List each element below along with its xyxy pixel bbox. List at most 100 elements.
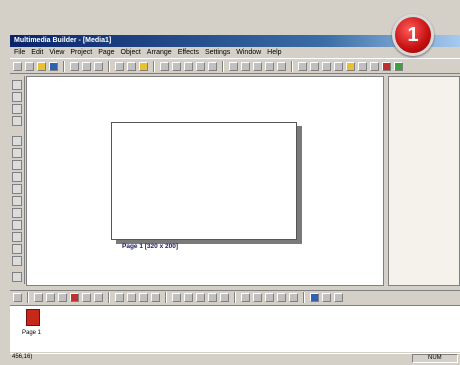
main-toolbar [10, 58, 460, 74]
page-area[interactable] [111, 122, 297, 240]
frame-icon[interactable] [184, 61, 193, 71]
center-vertical-icon[interactable] [289, 293, 298, 302]
group-icon[interactable] [127, 293, 136, 302]
page-strip[interactable] [10, 305, 460, 352]
menu-effects[interactable]: Effects [178, 49, 199, 56]
arrow-right-icon[interactable] [94, 293, 103, 302]
rectangle-tool-icon[interactable] [12, 104, 22, 114]
help-icon[interactable] [370, 61, 379, 71]
arrange-icon[interactable] [172, 293, 181, 302]
same-height-icon[interactable] [253, 293, 262, 302]
menu-file[interactable]: File [14, 49, 25, 56]
align-right-icon[interactable] [253, 61, 262, 71]
object-panel[interactable] [388, 76, 460, 286]
script-tool-icon[interactable] [12, 272, 22, 282]
toolbar-separator [153, 60, 155, 72]
open-icon[interactable] [37, 61, 46, 71]
toolbar-separator [222, 60, 224, 72]
layout-icon[interactable] [196, 61, 205, 71]
menu-project[interactable]: Project [70, 49, 92, 56]
same-width-icon[interactable] [241, 293, 250, 302]
page-add-icon[interactable] [46, 293, 55, 302]
duplicate-icon[interactable] [115, 293, 124, 302]
menu-object[interactable]: Object [121, 49, 141, 56]
square-tool-icon[interactable] [12, 232, 22, 242]
window-edge [0, 35, 10, 364]
toolbar-separator [63, 60, 65, 72]
same-size-icon[interactable] [265, 293, 274, 302]
ellipse-tool-icon[interactable] [12, 220, 22, 230]
run-icon[interactable] [310, 61, 319, 71]
arrow-left-icon[interactable] [82, 293, 91, 302]
new-icon[interactable] [13, 61, 22, 71]
movie-tool-icon[interactable] [12, 184, 22, 194]
line-tool-icon[interactable] [12, 256, 22, 266]
properties-icon[interactable] [322, 61, 331, 71]
align-top-icon[interactable] [265, 61, 274, 71]
page-icon[interactable] [172, 61, 181, 71]
play-icon[interactable] [394, 61, 403, 71]
light-icon[interactable] [346, 61, 355, 71]
align-bottom-icon[interactable] [277, 61, 286, 71]
compile-icon[interactable] [139, 61, 148, 71]
page-prev-icon[interactable] [34, 293, 43, 302]
order-front-icon[interactable] [151, 293, 160, 302]
save-icon[interactable] [49, 61, 58, 71]
toolbar-separator [108, 60, 110, 72]
pointer-tool-icon[interactable] [12, 80, 22, 90]
sound-tool-icon[interactable] [12, 160, 22, 170]
toolbar-separator [27, 292, 29, 303]
text-tool-icon[interactable] [12, 92, 22, 102]
menu-edit[interactable]: Edit [31, 49, 43, 56]
frame-tool-icon[interactable] [12, 196, 22, 206]
align-center-icon[interactable] [241, 61, 250, 71]
status-num-indicator: NUM [428, 355, 442, 361]
stop-icon[interactable] [382, 61, 391, 71]
arrange-backward-icon[interactable] [208, 293, 217, 302]
cut-icon[interactable] [70, 61, 79, 71]
bitmap-button-tool-icon[interactable] [12, 148, 22, 158]
arrange-back-icon[interactable] [184, 293, 193, 302]
menu-page[interactable]: Page [98, 49, 114, 56]
arrange-forward-icon[interactable] [196, 293, 205, 302]
ungroup-icon[interactable] [139, 293, 148, 302]
circle-tool-icon[interactable] [12, 244, 22, 254]
toolbar-separator [234, 292, 236, 303]
hotspot-tool-icon[interactable] [12, 208, 22, 218]
menu-window[interactable]: Window [236, 49, 261, 56]
delete-icon[interactable] [70, 293, 79, 302]
table-icon[interactable] [208, 61, 217, 71]
draw-tool-icon[interactable] [12, 172, 22, 182]
page-thumbnail[interactable] [26, 309, 40, 326]
button-tool-icon[interactable] [12, 116, 22, 126]
zoom-icon[interactable] [334, 61, 343, 71]
status-bar [10, 353, 460, 365]
settings-icon[interactable] [358, 61, 367, 71]
distribute-icon[interactable] [322, 293, 331, 302]
center-horizontal-icon[interactable] [277, 293, 286, 302]
guides-icon[interactable] [334, 293, 343, 302]
preview-icon[interactable] [298, 61, 307, 71]
menu-arrange[interactable]: Arrange [147, 49, 172, 56]
page-copy-icon[interactable] [58, 293, 67, 302]
grid-icon[interactable] [160, 61, 169, 71]
object-list-icon[interactable] [13, 293, 22, 302]
menu-settings[interactable]: Settings [205, 49, 230, 56]
menu-view[interactable]: View [49, 49, 64, 56]
window-title: Multimedia Builder - [Media1] [14, 37, 112, 44]
step-number-badge: 1 [392, 14, 434, 56]
menu-help[interactable]: Help [267, 49, 281, 56]
spacing-icon[interactable] [220, 293, 229, 302]
align-left-icon[interactable] [229, 61, 238, 71]
toolbar-separator [165, 292, 167, 303]
tool-palette [10, 76, 25, 284]
copy-icon[interactable] [82, 61, 91, 71]
new-page-icon[interactable] [25, 61, 34, 71]
paste-icon[interactable] [94, 61, 103, 71]
redo-icon[interactable] [127, 61, 136, 71]
toolbar-separator [291, 60, 293, 72]
snap-icon[interactable] [310, 293, 319, 302]
image-tool-icon[interactable] [12, 136, 22, 146]
undo-icon[interactable] [115, 61, 124, 71]
step-number: 1 [407, 23, 419, 46]
